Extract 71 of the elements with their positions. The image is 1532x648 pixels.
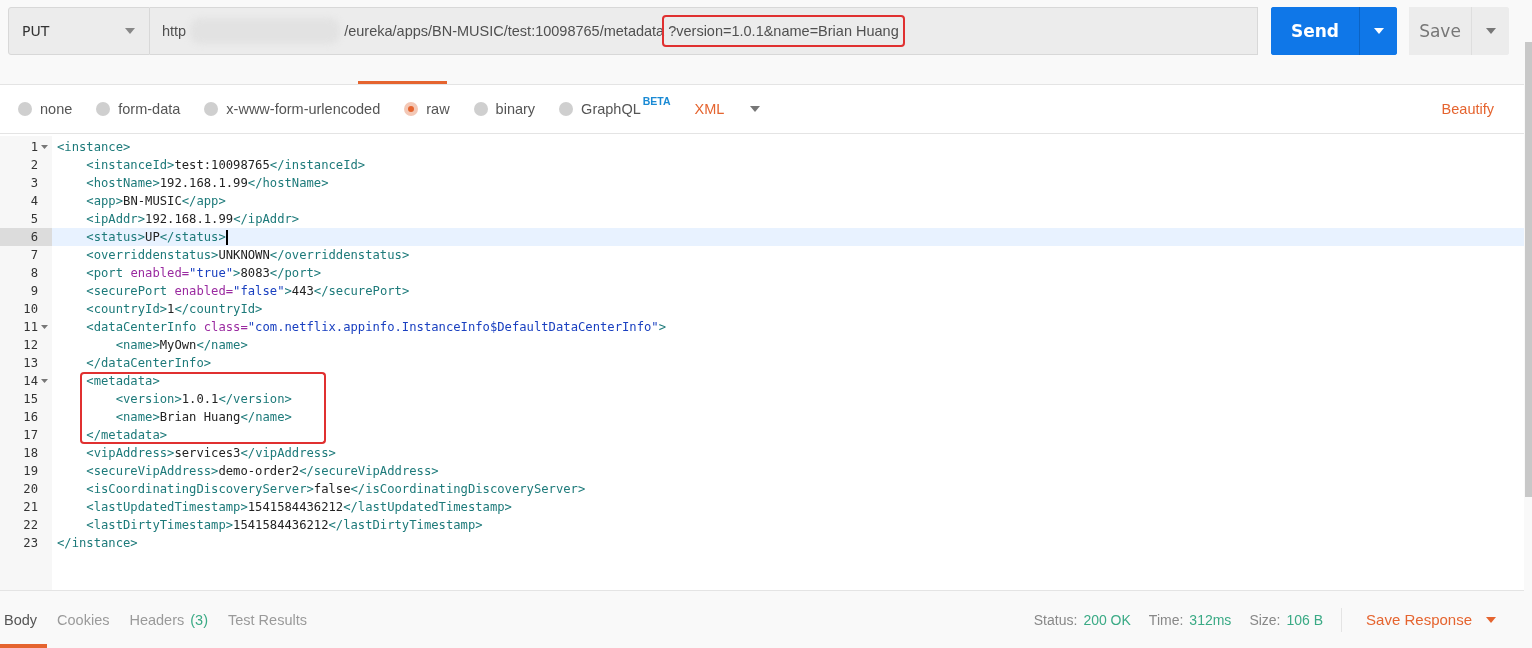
code-line: <hostName>192.168.1.99</hostName> — [85, 175, 330, 192]
line-number: 19 — [22, 463, 39, 480]
line-number: 23 — [22, 535, 39, 552]
method-dropdown[interactable]: PUT — [8, 7, 150, 55]
radio-option[interactable]: form-data — [96, 101, 181, 117]
line-number: 8 — [29, 265, 39, 282]
line-number: 21 — [22, 499, 39, 516]
line-number: 20 — [22, 481, 39, 498]
radio-option[interactable]: none — [18, 101, 73, 117]
text-cursor — [225, 229, 228, 245]
code-line: </dataCenterInfo> — [85, 355, 213, 372]
scrollbar[interactable] — [1525, 42, 1532, 497]
line-number: 9 — [29, 283, 39, 300]
url-field[interactable]: http /eureka/apps/BN-MUSIC/test:10098765/metadata ?version=1.0.1&name=Brian Huang — [150, 7, 1258, 55]
line-number: 1 — [0, 138, 52, 156]
code-line: <instanceId>test:10098765</instanceId> — [85, 157, 367, 174]
line-number: 17 — [22, 427, 39, 444]
stat-label: Time: — [1148, 611, 1184, 628]
caret-icon — [1373, 28, 1384, 34]
code-line: </instance> — [56, 535, 139, 552]
line-number: 15 — [22, 391, 39, 408]
radio-option[interactable]: x-www-form-urlencoded — [204, 101, 381, 117]
code-line: <isCoordinatingDiscoveryServer>false</isCoordinatingDiscoveryServer> — [85, 481, 587, 498]
fold-caret-icon — [41, 144, 48, 150]
line-number: 14 — [0, 372, 52, 390]
radio-option[interactable]: raw — [404, 101, 450, 117]
line-number: 18 — [22, 445, 39, 462]
stat-value: 200 OK — [1083, 611, 1131, 628]
stat-value: 106 B — [1286, 611, 1324, 628]
line-number: 12 — [22, 337, 39, 354]
line-number: 11 — [0, 318, 52, 336]
line-number: 3 — [29, 175, 39, 192]
code-line: <port enabled="true">8083</port> — [85, 265, 323, 282]
code-line: <metadata> — [52, 372, 1524, 390]
fold-caret-icon — [41, 324, 48, 330]
code-line: </metadata> — [52, 426, 1524, 444]
stat-value: 312ms — [1189, 611, 1232, 628]
stat-label: Status: — [1033, 611, 1078, 628]
line-number: 5 — [29, 211, 39, 228]
line-number: 13 — [22, 355, 39, 372]
code-line: <lastDirtyTimestamp>1541584436212</lastDirtyTimestamp> — [85, 517, 484, 534]
caret-icon — [750, 106, 761, 112]
caret-icon — [1486, 616, 1496, 623]
code-line: <app>BN-MUSIC</app> — [85, 193, 227, 210]
line-number: 16 — [22, 409, 39, 426]
code-line: <ipAddr>192.168.1.99</ipAddr> — [85, 211, 301, 228]
code-line: <secureVipAddress>demo-order2</secureVipAddress> — [85, 463, 440, 480]
code-line: <name>Brian Huang</name> — [52, 408, 1524, 426]
send-options-button[interactable] — [1359, 7, 1397, 55]
highlight-box: ?version=1.0.1&name=Brian Huang — [662, 15, 905, 47]
line-number: 2 — [29, 157, 39, 174]
code-line: <dataCenterInfo class="com.netflix.appinfo.InstanceInfo$DefaultDataCenterInfo"> — [85, 319, 668, 336]
code-line: <instance> — [56, 139, 132, 156]
stat-label: Size: — [1249, 611, 1281, 628]
response-tab[interactable]: Body — [0, 591, 48, 648]
code-line: <name>MyOwn</name> — [114, 337, 249, 354]
code-line: <countryId>1</countryId> — [85, 301, 264, 318]
radio-option[interactable]: binary — [473, 101, 536, 117]
caret-icon — [125, 28, 135, 34]
line-number: 7 — [29, 247, 39, 264]
line-number: 22 — [22, 517, 39, 534]
code-line: <overriddenstatus>UNKNOWN</overriddenstatus> — [85, 247, 411, 264]
code-line: <securePort enabled="false">443</securePort> — [85, 283, 411, 300]
code-line: <vipAddress>services3</vipAddress> — [85, 445, 337, 462]
caret-icon — [1485, 28, 1496, 34]
code-line: <lastUpdatedTimestamp>1541584436212</lastUpdatedTimestamp> — [85, 499, 513, 516]
code-line: <version>1.0.1</version> — [52, 390, 1524, 408]
fold-caret-icon — [41, 378, 48, 384]
line-number: 10 — [22, 301, 39, 318]
line-number: 6 — [0, 228, 52, 246]
line-number: 4 — [29, 193, 39, 210]
